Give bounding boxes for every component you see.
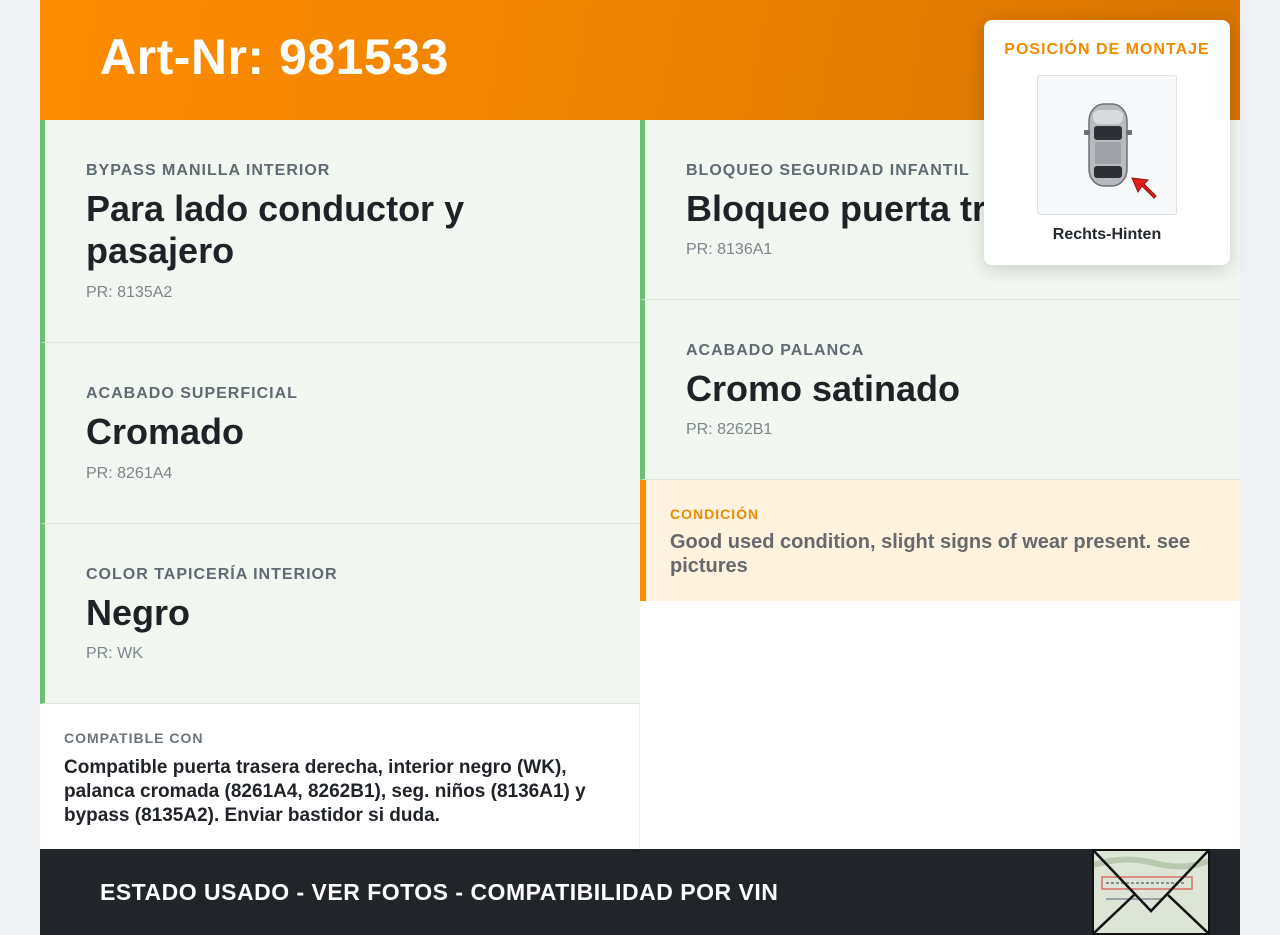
car-top-view-icon: [1084, 103, 1157, 199]
feature-pr-code: PR: 8262B1: [686, 421, 773, 438]
feature-card-lever-finish: ACABADO PALANCA Cromo satinado PR: 8262B…: [640, 300, 1240, 480]
feature-pr-code: PR: 8136A1: [686, 241, 773, 258]
compatibility-text: Compatible puerta trasera derecha, inter…: [64, 757, 586, 826]
feature-pr-code: PR: 8135A2: [86, 284, 173, 301]
mounting-position-card: POSICIÓN DE MONTAJE Rechts-Hinten: [984, 20, 1230, 265]
article-number: Art-Nr: 981533: [100, 29, 449, 85]
feature-card-surface: ACABADO SUPERFICIAL Cromado PR: 8261A4: [40, 343, 640, 524]
mounting-position-value: Rechts-Hinten: [1052, 226, 1162, 243]
feature-card-upholstery: COLOR TAPICERÍA INTERIOR Negro PR: WK: [40, 524, 640, 704]
feature-label: ACABADO PALANCA: [686, 342, 865, 359]
mounting-title: POSICIÓN DE MONTAJE: [1004, 41, 1210, 58]
feature-value: Negro: [86, 592, 191, 633]
feature-label: COLOR TAPICERÍA INTERIOR: [86, 566, 338, 583]
condition-label: CONDICIÓN: [670, 506, 760, 522]
feature-value: Cromado: [86, 411, 245, 452]
compatibility-panel: COMPATIBLE CON Compatible puerta trasera…: [40, 704, 640, 849]
feature-pr-code: PR: 8261A4: [86, 465, 173, 482]
feature-label: BLOQUEO SEGURIDAD INFANTIL: [686, 162, 970, 179]
footer-text: ESTADO USADO - VER FOTOS - COMPATIBILIDA…: [100, 879, 779, 905]
vin-label-photo: [1092, 849, 1210, 935]
feature-card-bypass: BYPASS MANILLA INTERIOR Para lado conduc…: [40, 120, 640, 343]
feature-value: Cromo satinado: [686, 368, 961, 409]
envelope-icon: [1093, 850, 1210, 934]
compatibility-label: COMPATIBLE CON: [64, 730, 204, 746]
condition-text: Good used condition, slight signs of wea…: [670, 531, 1191, 577]
feature-value: Para lado conductor y pasajero: [86, 188, 465, 271]
feature-label: ACABADO SUPERFICIAL: [86, 385, 298, 402]
feature-pr-code: PR: WK: [86, 645, 143, 662]
feature-label: BYPASS MANILLA INTERIOR: [86, 162, 331, 179]
condition-panel: CONDICIÓN Good used condition, slight si…: [640, 480, 1240, 601]
mounting-position-image: [1037, 75, 1177, 215]
footer-bar: ESTADO USADO - VER FOTOS - COMPATIBILIDA…: [40, 849, 1240, 935]
